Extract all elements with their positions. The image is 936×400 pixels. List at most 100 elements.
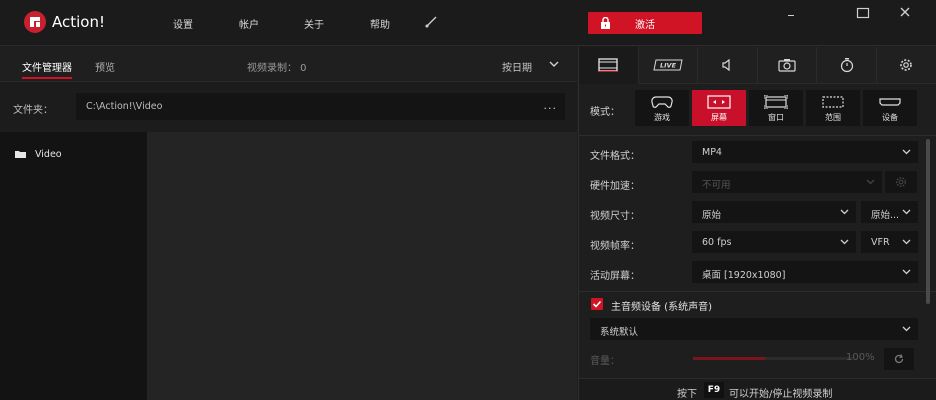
chevron-down-icon <box>902 239 911 245</box>
folder-icon <box>15 151 26 158</box>
folder-label: 文件夹： <box>13 105 53 116</box>
chevron-down-icon <box>902 269 911 275</box>
fps-value: 60 fps <box>702 237 732 248</box>
tree-item-label: Video <box>35 149 62 160</box>
reset-icon <box>894 354 904 364</box>
format-label: 文件格式： <box>590 151 640 162</box>
fps-mode-select[interactable]: VFR <box>861 231 918 253</box>
active-screen-label: 活动屏幕： <box>590 271 640 282</box>
chevron-down-icon <box>866 179 875 185</box>
hotkey-hint: 按下 F9 可以开始/停止视频录制 <box>579 378 936 400</box>
sort-by-date[interactable]: 按日期 <box>502 59 532 74</box>
menu-help[interactable]: 帮助 <box>370 16 390 31</box>
camera-icon <box>778 59 796 72</box>
left-panel: 文件管理器 预览 视频录制： 0 按日期 文件夹： C:\Action!\Vid… <box>0 47 577 400</box>
right-panel: LIVE 模式： 游戏 屏幕 窗口 范围 设备 文件格式： MP4 硬件加速： … <box>578 47 936 400</box>
gear-icon <box>900 59 913 71</box>
fps-select[interactable]: 60 fps <box>692 231 856 253</box>
mode-region-button[interactable]: 范围 <box>806 90 860 126</box>
mode-device-label: 设备 <box>882 113 898 122</box>
volume-slider-fill <box>693 357 765 360</box>
size-row: 视频尺寸： 原始 原始... <box>579 198 936 228</box>
menu-account[interactable]: 帐户 <box>239 16 259 31</box>
mode-device-button[interactable]: 设备 <box>863 90 917 126</box>
app-logo-icon <box>24 11 46 33</box>
tab-audio[interactable] <box>698 47 758 84</box>
hotkey-badge: F9 <box>704 382 724 398</box>
audio-device-label: 主音频设备 (系统声音) <box>611 302 712 313</box>
settings-scrollbar[interactable] <box>926 139 930 304</box>
skin-brush-icon[interactable] <box>424 15 438 32</box>
volume-reset-button[interactable] <box>884 348 914 370</box>
chevron-down-icon <box>902 326 911 332</box>
size-label: 视频尺寸： <box>590 211 640 222</box>
window-icon <box>764 95 788 109</box>
section-divider <box>579 291 936 292</box>
title-bar: Action! 设置 帐户 关于 帮助 激活 <box>0 0 936 46</box>
audio-device-checkbox[interactable] <box>591 298 603 310</box>
activate-label: 激活 <box>635 19 655 31</box>
mode-window-label: 窗口 <box>768 113 784 122</box>
menu-about[interactable]: 关于 <box>304 16 324 31</box>
chevron-down-icon <box>902 149 911 155</box>
screen-icon <box>707 95 731 109</box>
tab-preview[interactable]: 预览 <box>95 59 115 74</box>
minimize-icon[interactable] <box>786 6 796 23</box>
tab-video[interactable] <box>579 47 639 84</box>
active-screen-row: 活动屏幕： 桌面 [1920x1080] <box>579 258 936 288</box>
folder-row: 文件夹： C:\Action!\Video ... <box>0 83 577 131</box>
format-select[interactable]: MP4 <box>692 141 918 163</box>
folder-path-field[interactable]: C:\Action!\Video ... <box>76 93 565 120</box>
mode-game-button[interactable]: 游戏 <box>635 90 689 126</box>
tab-screenshot[interactable] <box>757 47 818 84</box>
hw-accel-value: 不可用 <box>702 180 731 191</box>
hw-accel-row: 硬件加速： 不可用 <box>579 168 936 198</box>
size-select[interactable]: 原始 <box>692 201 856 223</box>
maximize-icon[interactable] <box>856 6 870 23</box>
mode-region-label: 范围 <box>825 113 841 122</box>
mode-window-button[interactable]: 窗口 <box>749 90 803 126</box>
svg-text:LIVE: LIVE <box>660 62 677 70</box>
tab-preferences[interactable] <box>876 47 936 84</box>
volume-percent: 100% <box>846 352 875 363</box>
hw-accel-select: 不可用 <box>692 171 882 193</box>
checkmark-icon <box>592 300 602 308</box>
speaker-icon <box>722 58 731 72</box>
mode-screen-button[interactable]: 屏幕 <box>692 90 746 126</box>
size-scale-value: 原始... <box>871 210 900 221</box>
active-screen-select[interactable]: 桌面 [1920x1080] <box>692 261 918 283</box>
tab-timer[interactable] <box>817 47 877 84</box>
format-value: MP4 <box>702 147 722 158</box>
file-tabs: 文件管理器 预览 视频录制： 0 按日期 <box>0 47 577 82</box>
tab-file-manager[interactable]: 文件管理器 <box>22 59 72 79</box>
hw-accel-label: 硬件加速： <box>590 181 640 192</box>
mode-screen-label: 屏幕 <box>711 113 727 122</box>
fps-row: 视频帧率： 60 fps VFR <box>579 228 936 258</box>
fps-mode-value: VFR <box>871 237 890 248</box>
lock-icon <box>601 17 610 29</box>
close-icon[interactable] <box>899 6 911 23</box>
file-list-area[interactable] <box>147 132 577 400</box>
size-value: 原始 <box>702 210 722 221</box>
chevron-down-icon[interactable] <box>549 60 559 71</box>
size-scale-select[interactable]: 原始... <box>861 201 918 223</box>
activate-button[interactable]: 激活 <box>588 12 702 34</box>
menu-settings[interactable]: 设置 <box>173 16 193 31</box>
chevron-down-icon <box>840 239 849 245</box>
settings-tabs: LIVE <box>579 47 936 84</box>
live-icon: LIVE <box>653 59 683 71</box>
gamepad-icon <box>651 96 673 108</box>
mode-row: 模式： 游戏 屏幕 窗口 范围 设备 <box>579 87 936 131</box>
chevron-down-icon <box>840 209 849 215</box>
folder-path-text: C:\Action!\Video <box>86 101 163 112</box>
volume-slider[interactable] <box>693 357 853 360</box>
hdmi-icon <box>879 98 901 106</box>
browse-folder-button[interactable]: ... <box>544 99 558 112</box>
volume-label: 音量： <box>590 356 620 367</box>
recording-count: 视频录制： 0 <box>247 63 307 74</box>
audio-device-select[interactable]: 系统默认 <box>590 318 918 340</box>
tab-live[interactable]: LIVE <box>638 47 699 84</box>
fps-label: 视频帧率： <box>590 241 640 252</box>
active-screen-value: 桌面 [1920x1080] <box>702 270 786 281</box>
gear-icon <box>896 177 906 187</box>
